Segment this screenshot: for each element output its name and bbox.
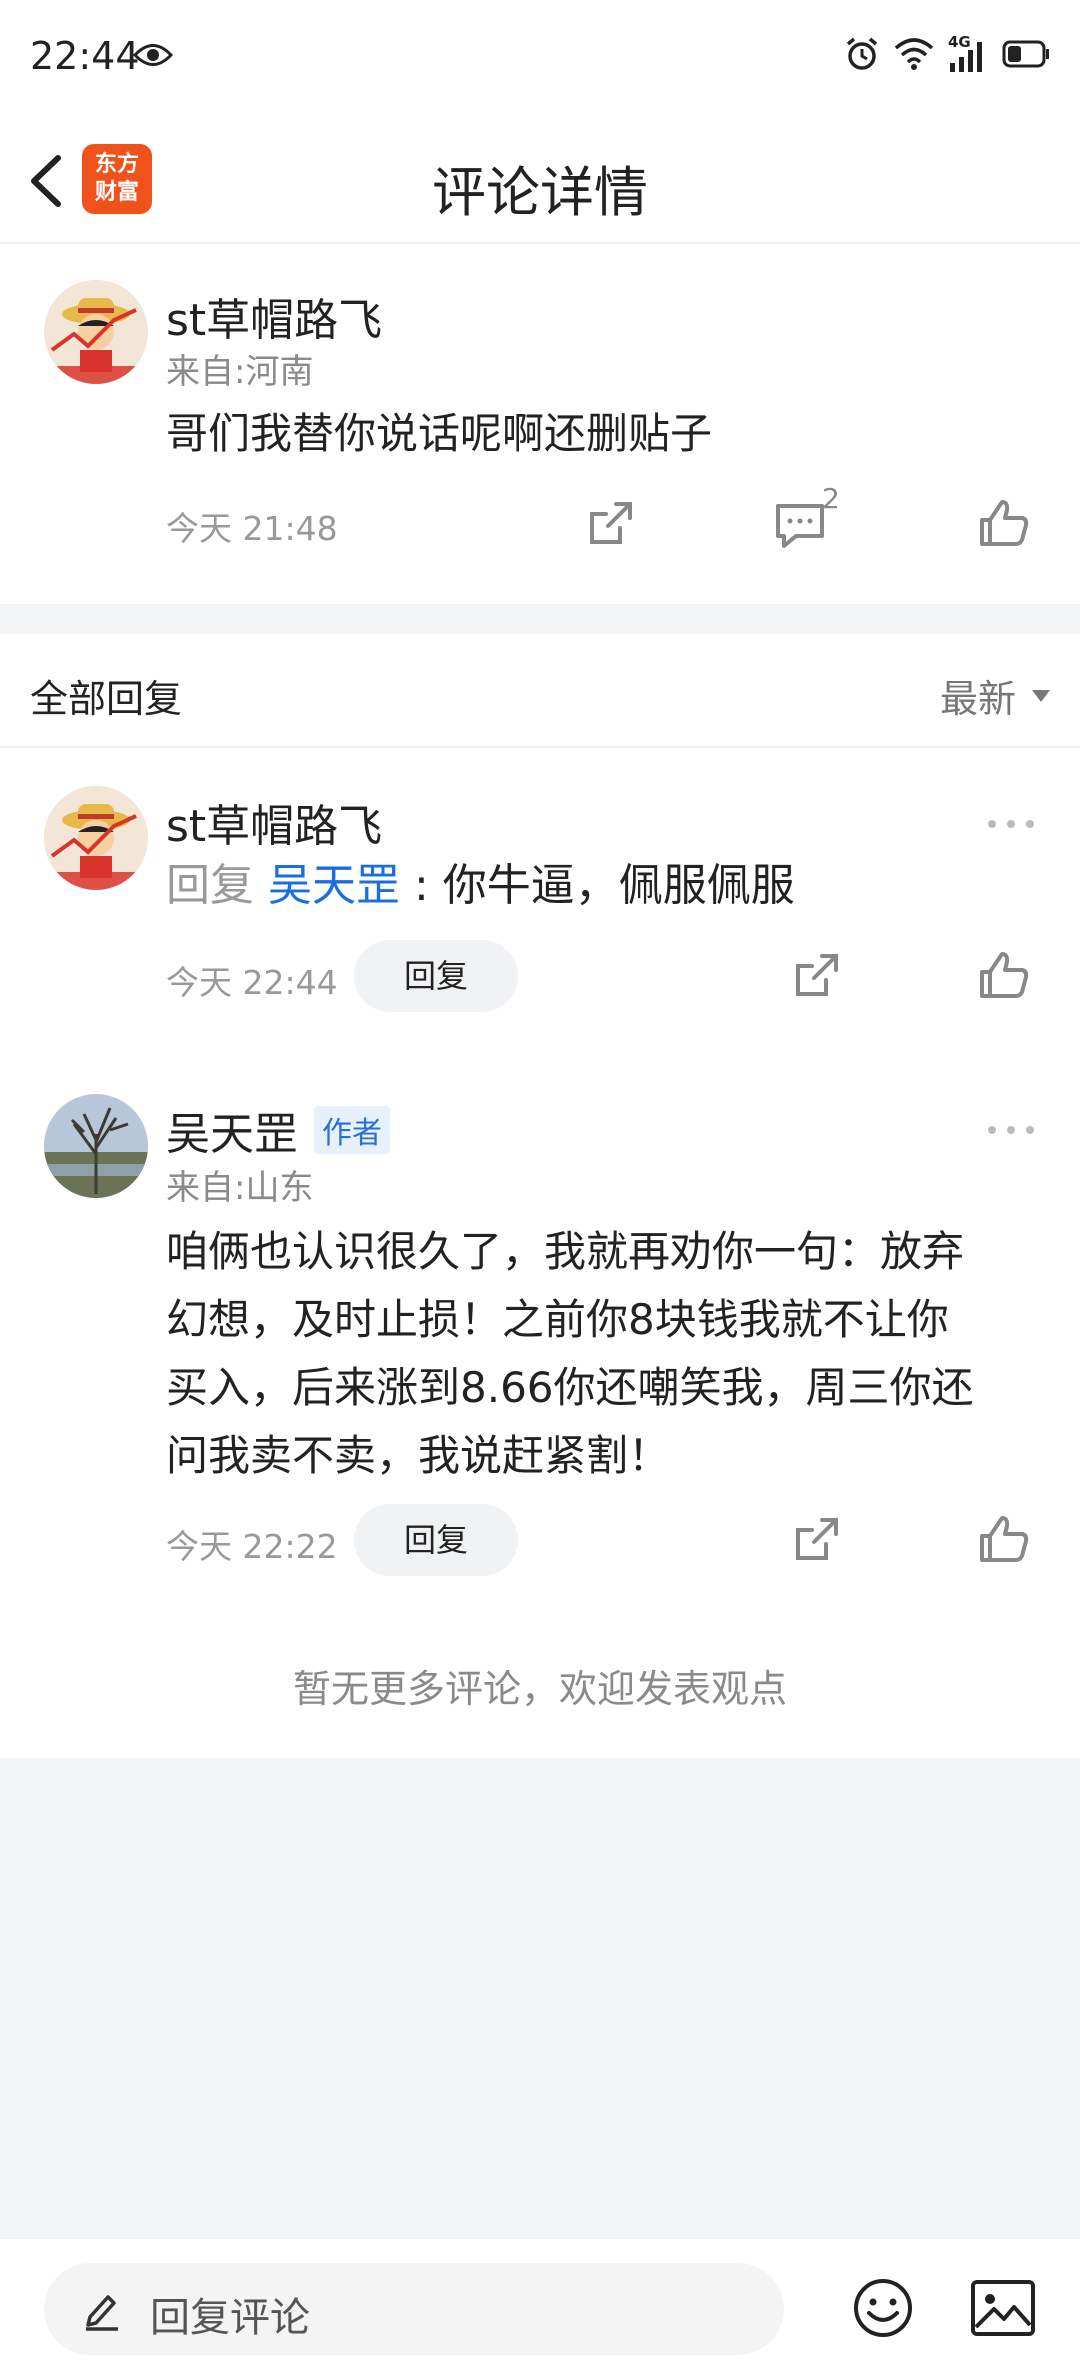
emoji-icon <box>854 2279 912 2337</box>
avatar[interactable] <box>44 786 148 890</box>
share-button[interactable] <box>786 1510 846 1570</box>
eye-icon <box>132 42 174 72</box>
status-time: 22:44 <box>30 34 140 78</box>
like-button[interactable] <box>974 946 1034 1006</box>
reply-prefix: 回复 <box>166 860 254 911</box>
page-title: 评论详情 <box>432 161 648 224</box>
like-button[interactable] <box>974 494 1034 554</box>
post-time: 今天 21:48 <box>166 509 338 548</box>
image-button[interactable] <box>970 2279 1036 2337</box>
top-bar: 东方 财富 评论详情 <box>0 118 1080 244</box>
share-icon <box>796 1518 838 1560</box>
author-badge: 作者 <box>314 1106 390 1154</box>
reply-button[interactable]: 回复 <box>354 1504 518 1576</box>
image-icon <box>971 2280 1035 2336</box>
comment-icon <box>776 504 824 548</box>
reply-text-line: 问我卖不卖，我说赶紧割！ <box>166 1431 671 1480</box>
reply-button[interactable]: 回复 <box>354 940 518 1012</box>
reply-time: 今天 22:22 <box>166 1527 338 1566</box>
reply-text-line: 买入，后来涨到8.66你还嘲笑我，周三你还 <box>166 1363 974 1412</box>
avatar[interactable] <box>44 280 148 384</box>
share-icon <box>590 502 632 544</box>
thumbs-up-icon <box>980 500 1029 546</box>
share-icon <box>796 954 838 996</box>
signal-icon: 4G <box>948 33 988 73</box>
comment-count: 2 <box>822 482 840 515</box>
reply-input[interactable]: 回复评论 <box>44 2263 784 2355</box>
wifi-icon <box>894 38 934 74</box>
avatar[interactable] <box>44 1094 148 1198</box>
bottom-bar: 回复评论 <box>0 2238 1080 2376</box>
more-dots-icon <box>988 1126 1034 1134</box>
like-button[interactable] <box>974 1510 1034 1570</box>
reply-username[interactable]: st草帽路飞 <box>166 790 382 854</box>
sort-label: 最新 <box>939 677 1016 721</box>
replies-title: 全部回复 <box>30 677 183 721</box>
more-button[interactable] <box>986 814 1036 834</box>
reply-input-placeholder: 回复评论 <box>150 2295 310 2341</box>
reply-text: : 你牛逼，佩服佩服 <box>414 860 795 911</box>
replies-header: 全部回复 最新 <box>0 634 1080 748</box>
pencil-icon <box>82 2287 122 2335</box>
post-content: 哥们我替你说话呢啊还删贴子 <box>166 409 713 458</box>
caret-down-icon <box>1032 689 1050 702</box>
reply-location: 来自:山东 <box>166 1168 314 1208</box>
status-icons: 4G <box>844 33 1050 76</box>
status-bar: 22:44 4G <box>0 0 1080 118</box>
replies-list: st草帽路飞 回复 吴天罡 : 你牛逼，佩服佩服 今天 22:44 回复 吴天罡… <box>0 748 1080 1758</box>
main-comment: st草帽路飞 来自:河南 哥们我替你说话呢啊还删贴子 今天 21:48 2 <box>0 244 1080 604</box>
mention-link[interactable]: 吴天罡 <box>268 860 400 911</box>
reply-username[interactable]: 吴天罡 <box>166 1098 298 1162</box>
reply-time: 今天 22:44 <box>166 963 338 1002</box>
share-button[interactable] <box>786 946 846 1006</box>
emoji-button[interactable] <box>852 2277 914 2339</box>
reply-text-line: 幻想，及时止损！之前你8块钱我就不让你 <box>166 1295 949 1344</box>
sort-dropdown[interactable]: 最新 <box>940 668 1050 723</box>
thumbs-up-icon <box>980 1516 1029 1562</box>
no-more-comments: 暂无更多评论，欢迎发表观点 <box>292 1667 787 1711</box>
post-username[interactable]: st草帽路飞 <box>166 284 382 348</box>
reply-content: 咱俩也认识很久了，我就再劝你一句：放弃 幻想，及时止损！之前你8块钱我就不让你 … <box>166 1218 974 1490</box>
more-dots-icon <box>988 820 1034 828</box>
share-button[interactable] <box>580 494 640 554</box>
reply-text-line: 咱俩也认识很久了，我就再劝你一句：放弃 <box>166 1227 965 1276</box>
comment-button[interactable]: 2 <box>770 482 860 554</box>
alarm-icon <box>844 36 880 76</box>
network-type-label: 4G <box>948 33 971 51</box>
post-location: 来自:河南 <box>166 352 314 392</box>
thumbs-up-icon <box>980 952 1029 998</box>
more-button[interactable] <box>986 1120 1036 1140</box>
battery-icon <box>1002 40 1050 72</box>
reply-content: 回复 吴天罡 : 你牛逼，佩服佩服 <box>166 852 795 920</box>
